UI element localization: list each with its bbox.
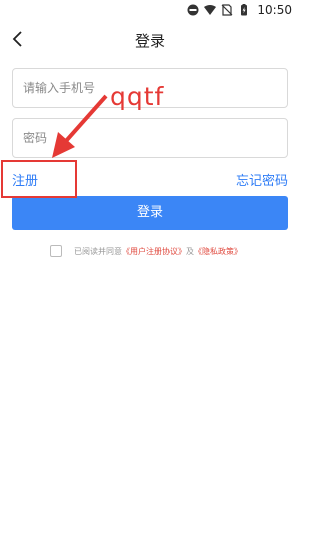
agreement-prefix: 已阅读并同意 — [74, 246, 122, 256]
status-time: 10:50 — [257, 3, 292, 17]
status-icons: 10:50 — [187, 3, 292, 17]
do-not-disturb-icon — [187, 4, 199, 16]
annotation-highlight-box — [1, 160, 77, 198]
password-field[interactable] — [12, 118, 288, 158]
agreement-checkbox[interactable] — [50, 245, 62, 257]
agreement-and: 及 — [186, 246, 194, 256]
privacy-policy-link[interactable]: 《隐私政策》 — [194, 246, 242, 257]
wifi-icon — [204, 5, 217, 15]
no-sim-icon — [221, 4, 233, 16]
battery-icon — [241, 4, 248, 16]
agreement-row: 已阅读并同意 《用户注册协议》 及 《隐私政策》 — [50, 245, 242, 257]
user-agreement-link[interactable]: 《用户注册协议》 — [122, 246, 186, 257]
annotation-text: qqtf — [110, 82, 165, 111]
login-button[interactable]: 登录 — [12, 196, 288, 230]
forgot-password-link[interactable]: 忘记密码 — [236, 170, 288, 189]
password-input[interactable] — [13, 119, 287, 157]
page-title: 登录 — [134, 32, 165, 50]
nav-bar: 登录 — [0, 22, 300, 56]
status-bar: 10:50 — [0, 0, 300, 22]
